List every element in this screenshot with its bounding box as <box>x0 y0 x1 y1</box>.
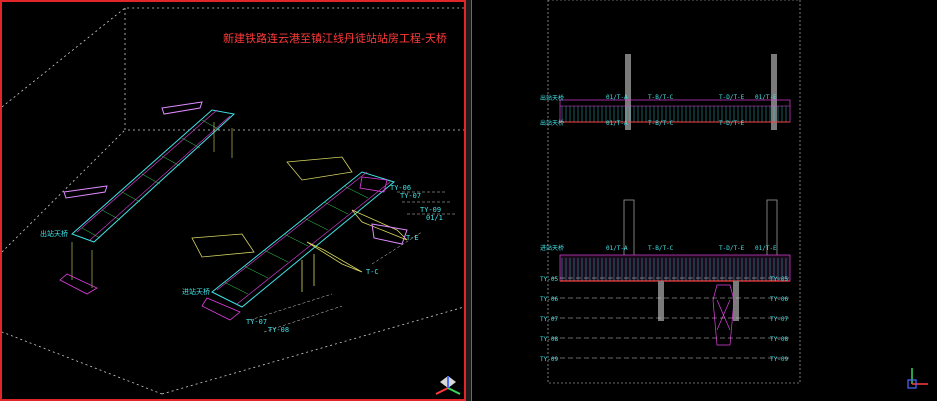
exit-bridge-elevation[interactable] <box>559 54 791 130</box>
row-labels-right: TY-05 TY-06 TY-07 TY-08 TY-09 <box>770 276 788 363</box>
bottom-axis-end: 01/T-E <box>755 245 777 252</box>
exit-bridge-label: 出站天桥 <box>40 229 68 238</box>
row-label-ty08-r: TY-08 <box>770 336 788 343</box>
row-label-ty07-r: TY-07 <box>770 316 788 323</box>
top-axis-a: 01/T-A <box>606 94 628 101</box>
entry-bridge-elev-label: 进站天桥 <box>540 244 564 252</box>
model-3d-canvas[interactable]: 新建铁路连云港至镇江线丹徒站站房工程-天桥 出站天桥 进站天桥 TY-06 TY… <box>2 2 464 399</box>
entry-bridge-elevation[interactable] <box>552 199 791 359</box>
entry-bridge-model[interactable] <box>191 156 408 321</box>
axis-label-ty06: TY-06 <box>390 184 411 192</box>
row-label-ty05: TY-05 <box>540 276 558 283</box>
top-axis-e: T-D/T-E <box>719 94 745 101</box>
top-axis-a-2: 01/T-A <box>606 120 628 127</box>
layout-frame <box>547 0 801 384</box>
row-labels-left: TY-05 TY-06 TY-07 TY-08 TY-09 <box>540 276 558 363</box>
bottom-axis-a: 01/T-A <box>606 245 628 252</box>
bottom-axis-c: T-B/T-C <box>648 245 674 252</box>
top-axis-end: 01/T-E <box>755 94 777 101</box>
viewport-3d-view[interactable]: 新建铁路连云港至镇江线丹徒站站房工程-天桥 出站天桥 进站天桥 TY-06 TY… <box>0 0 466 401</box>
axis-label-tc: T-C <box>366 268 379 276</box>
axis-label-ty08: TY-08 <box>268 326 289 334</box>
elevation-canvas[interactable]: 出站天桥 01/T-A T-B/T-C T-D/T-E 01/T-E 出站天桥 … <box>472 0 937 401</box>
bottom-axis-e: T-D/T-E <box>719 245 745 252</box>
row-label-ty08: TY-08 <box>540 336 558 343</box>
row-label-ty05-r: TY-05 <box>770 276 788 283</box>
exit-bridge-model[interactable] <box>59 101 236 295</box>
row-label-ty07: TY-07 <box>540 316 558 323</box>
axis-label-ty07: TY-07 <box>400 192 421 200</box>
top-axis-c-2: T-B/T-C <box>648 120 674 127</box>
axis-label-ty07-b: TY-07 <box>246 318 267 326</box>
axis-label-01: 01/1 <box>426 214 443 222</box>
ucs-icon-right <box>907 368 928 389</box>
ucs-icon <box>435 376 461 395</box>
exit-bridge-elev-label: 出站天桥 <box>540 94 564 102</box>
viewport-elevation-view[interactable]: 出站天桥 01/T-A T-B/T-C T-D/T-E 01/T-E 出站天桥 … <box>471 0 937 401</box>
entry-bridge-label: 进站天桥 <box>182 287 210 296</box>
top-axis-e-2: T-D/T-E <box>719 120 745 127</box>
row-label-ty09-r: TY-09 <box>770 356 788 363</box>
row-label-ty06: TY-06 <box>540 296 558 303</box>
drawing-title: 新建铁路连云港至镇江线丹徒站站房工程-天桥 <box>223 31 447 45</box>
axis-label-ty09: TY-09 <box>420 206 441 214</box>
row-label-ty06-r: TY-06 <box>770 296 788 303</box>
axis-label-te: T-E <box>406 234 419 242</box>
exit-bridge-elev-label-2: 出站天桥 <box>540 119 564 127</box>
bounding-box <box>2 7 464 395</box>
row-label-ty09: TY-09 <box>540 356 558 363</box>
top-axis-c: T-B/T-C <box>648 94 674 101</box>
